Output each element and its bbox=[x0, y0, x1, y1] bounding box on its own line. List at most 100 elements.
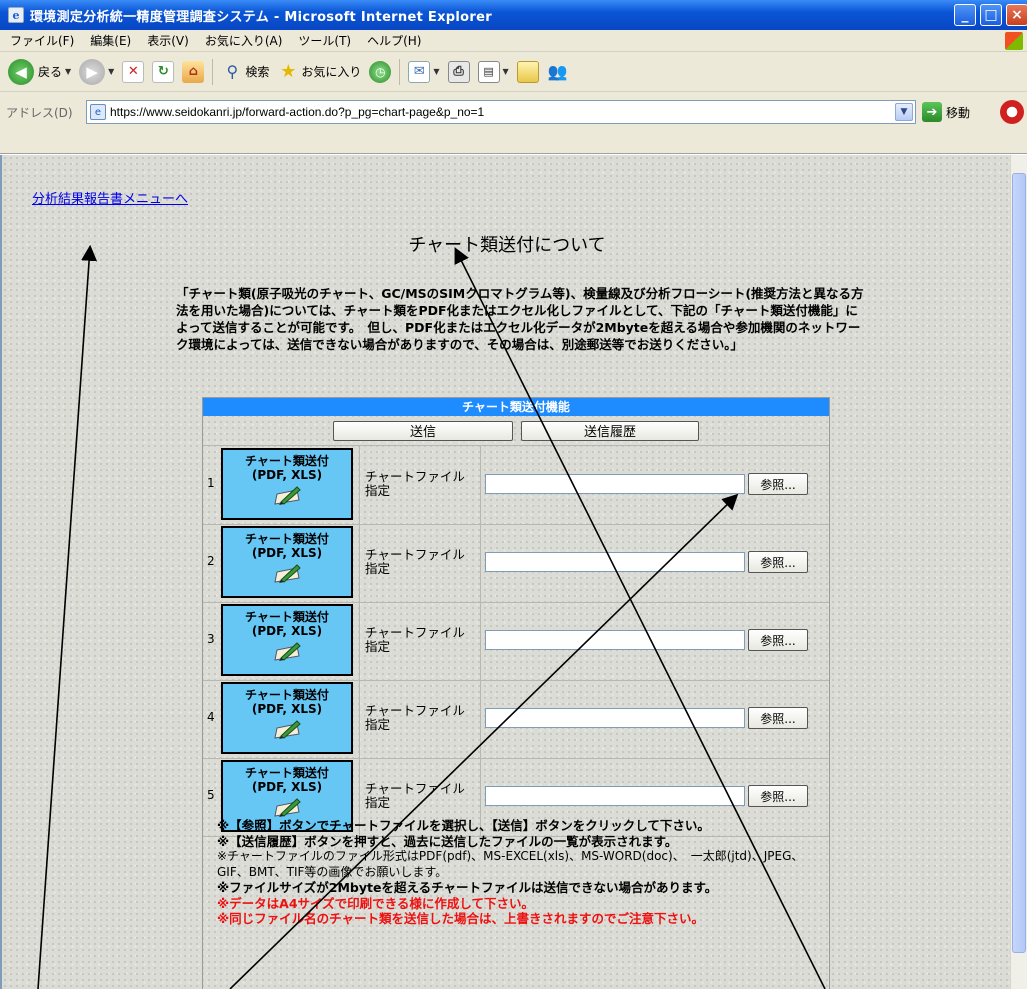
cell-divider bbox=[480, 680, 481, 758]
menu-file[interactable]: ファイル(F) bbox=[10, 32, 74, 49]
intro-text: 「チャート類(原子吸光のチャート、GC/MSのSIMクロマトグラム等)、検量線及… bbox=[176, 286, 864, 352]
refresh-button[interactable]: ↻ bbox=[152, 60, 175, 83]
print-button[interactable]: ⎙ bbox=[447, 60, 470, 83]
browse-button[interactable]: 参照... bbox=[748, 785, 808, 807]
address-url[interactable]: https://www.seidokanri.jp/forward-action… bbox=[110, 105, 484, 119]
chart-file-input[interactable] bbox=[485, 552, 745, 572]
menu-edit[interactable]: 編集(E) bbox=[90, 32, 131, 49]
function-buttons: 送信 送信履歴 bbox=[203, 416, 829, 446]
search-icon: ⚲ bbox=[226, 62, 239, 81]
stop-icon: ✕ bbox=[122, 60, 145, 83]
chart-send-button[interactable]: チャート類送付 (PDF, XLS) bbox=[221, 604, 353, 676]
go-label: 移動 bbox=[946, 105, 971, 120]
chart-send-format: (PDF, XLS) bbox=[251, 624, 323, 638]
address-dropdown-icon[interactable]: ▼ bbox=[895, 103, 913, 121]
browse-button[interactable]: 参照... bbox=[748, 707, 808, 729]
chart-file-input[interactable] bbox=[485, 630, 745, 650]
file-row: 2 チャート類送付 (PDF, XLS) チャートファイル指定 参照... bbox=[203, 524, 829, 603]
page-icon: e bbox=[90, 104, 106, 120]
chart-file-label: チャートファイル指定 bbox=[365, 469, 465, 498]
forward-dropdown-icon[interactable]: ▼ bbox=[108, 67, 114, 76]
note-5: ※データはA4サイズで印刷できる様に作成して下さい。 bbox=[217, 895, 535, 911]
search-button[interactable]: ⚲ 検索 bbox=[221, 61, 269, 83]
pen-paper-icon bbox=[274, 720, 301, 739]
maximize-button[interactable]: □ bbox=[980, 4, 1002, 26]
note-3: ※チャートファイルのファイル形式はPDF(pdf)、MS-EXCEL(xls)、… bbox=[217, 849, 804, 879]
menu-help[interactable]: ヘルプ(H) bbox=[367, 32, 421, 49]
pen-paper-icon bbox=[274, 564, 301, 583]
home-icon: ⌂ bbox=[182, 60, 205, 83]
note-6: ※同じファイル名のチャート類を送信した場合は、上書きされますのでご注意下さい。 bbox=[217, 911, 705, 926]
menu-favorites[interactable]: お気に入り(A) bbox=[205, 32, 283, 49]
menu-bar: ファイル(F) 編集(E) 表示(V) お気に入り(A) ツール(T) ヘルプ(… bbox=[0, 30, 1027, 52]
chart-send-format: (PDF, XLS) bbox=[251, 780, 323, 794]
favorites-button[interactable]: ★ お気に入り bbox=[277, 61, 361, 83]
row-number: 2 bbox=[207, 554, 215, 568]
cell-divider bbox=[359, 602, 360, 680]
mail-button[interactable]: ✉ ▼ bbox=[408, 60, 440, 83]
browse-button[interactable]: 参照... bbox=[748, 473, 808, 495]
cell-divider bbox=[359, 446, 360, 524]
cell-divider bbox=[480, 524, 481, 602]
browse-button[interactable]: 参照... bbox=[748, 629, 808, 651]
file-row: 4 チャート類送付 (PDF, XLS) チャートファイル指定 参照... bbox=[203, 680, 829, 759]
stop-button[interactable]: ✕ bbox=[122, 60, 145, 83]
chart-send-button[interactable]: チャート類送付 (PDF, XLS) bbox=[221, 448, 353, 520]
toolbar: ◀ 戻る ▼ ▶ ▼ ✕ ↻ ⌂ ⚲ 検索 ★ お気に入り ◷ ✉ ▼ ⎙ ▤ … bbox=[0, 52, 1027, 92]
vertical-scrollbar[interactable] bbox=[1010, 155, 1027, 989]
page-content: 分析結果報告書メニューへ チャート類送付について 「チャート類(原子吸光のチャー… bbox=[0, 155, 1027, 989]
forward-button[interactable]: ▶ ▼ bbox=[79, 58, 114, 85]
menu-tools[interactable]: ツール(T) bbox=[298, 32, 351, 49]
messenger-button[interactable]: 👥 bbox=[547, 61, 569, 83]
function-header: チャート類送付機能 bbox=[203, 398, 829, 416]
search-label: 検索 bbox=[245, 65, 270, 79]
pen-paper-icon bbox=[274, 642, 301, 661]
cell-divider bbox=[359, 680, 360, 758]
scrollbar-thumb[interactable] bbox=[1012, 173, 1026, 953]
cell-divider bbox=[480, 446, 481, 524]
browse-button[interactable]: 参照... bbox=[748, 551, 808, 573]
row-number: 5 bbox=[207, 788, 215, 802]
back-dropdown-icon[interactable]: ▼ bbox=[65, 67, 71, 76]
report-menu-link[interactable]: 分析結果報告書メニューへ bbox=[32, 188, 188, 207]
edit-dropdown-icon[interactable]: ▼ bbox=[503, 67, 509, 76]
windows-logo-icon bbox=[1005, 32, 1023, 50]
chart-send-format: (PDF, XLS) bbox=[251, 468, 323, 482]
chart-send-label: チャート類送付 bbox=[245, 688, 329, 702]
minimize-button[interactable]: _ bbox=[954, 4, 976, 26]
close-button[interactable]: × bbox=[1006, 4, 1027, 26]
history-button[interactable]: ◷ bbox=[369, 60, 392, 83]
folder-icon bbox=[516, 60, 539, 83]
pdf-icon[interactable] bbox=[1000, 100, 1024, 124]
file-row: 1 チャート類送付 (PDF, XLS) チャートファイル指定 参照... bbox=[203, 446, 829, 525]
menu-view[interactable]: 表示(V) bbox=[147, 32, 189, 49]
chart-file-input[interactable] bbox=[485, 786, 745, 806]
chart-file-input[interactable] bbox=[485, 708, 745, 728]
title-bar: e 環境測定分析統一精度管理調査システム - Microsoft Interne… bbox=[0, 0, 1027, 30]
chart-send-button[interactable]: チャート類送付 (PDF, XLS) bbox=[221, 682, 353, 754]
chart-file-input[interactable] bbox=[485, 474, 745, 494]
note-4: ※ファイルサイズが2Mbyteを超えるチャートファイルは送信できない場合がありま… bbox=[217, 880, 718, 895]
ie-app-icon: e bbox=[8, 7, 24, 23]
go-arrow-icon: ➔ bbox=[922, 102, 942, 122]
edit-button[interactable]: ▤ ▼ bbox=[477, 60, 509, 83]
go-button[interactable]: ➔ 移動 bbox=[922, 102, 970, 122]
row-number: 1 bbox=[207, 476, 215, 490]
address-input[interactable]: e https://www.seidokanri.jp/forward-acti… bbox=[86, 100, 916, 124]
chart-file-label: チャートファイル指定 bbox=[365, 547, 465, 576]
row-number: 3 bbox=[207, 632, 215, 646]
note-1: ※【参照】ボタンでチャートファイルを選択し、【送信】ボタンをクリックして下さい。 bbox=[217, 818, 710, 833]
chart-send-button[interactable]: チャート類送付 (PDF, XLS) bbox=[221, 526, 353, 598]
back-button[interactable]: ◀ 戻る ▼ bbox=[8, 58, 71, 85]
home-button[interactable]: ⌂ bbox=[182, 60, 205, 83]
row-number: 4 bbox=[207, 710, 215, 724]
back-arrow-icon: ◀ bbox=[8, 58, 34, 85]
chart-send-label: チャート類送付 bbox=[245, 454, 329, 468]
send-history-button[interactable]: 送信履歴 bbox=[521, 420, 699, 441]
pen-paper-icon bbox=[274, 798, 301, 817]
mail-dropdown-icon[interactable]: ▼ bbox=[433, 67, 439, 76]
address-bar: アドレス(D) e https://www.seidokanri.jp/forw… bbox=[0, 92, 1027, 154]
chart-send-function: チャート類送付機能 送信 送信履歴 1 チャート類送付 (PDF, XLS) チャート… bbox=[202, 397, 830, 989]
discuss-button[interactable] bbox=[516, 60, 539, 83]
send-button[interactable]: 送信 bbox=[333, 420, 513, 441]
